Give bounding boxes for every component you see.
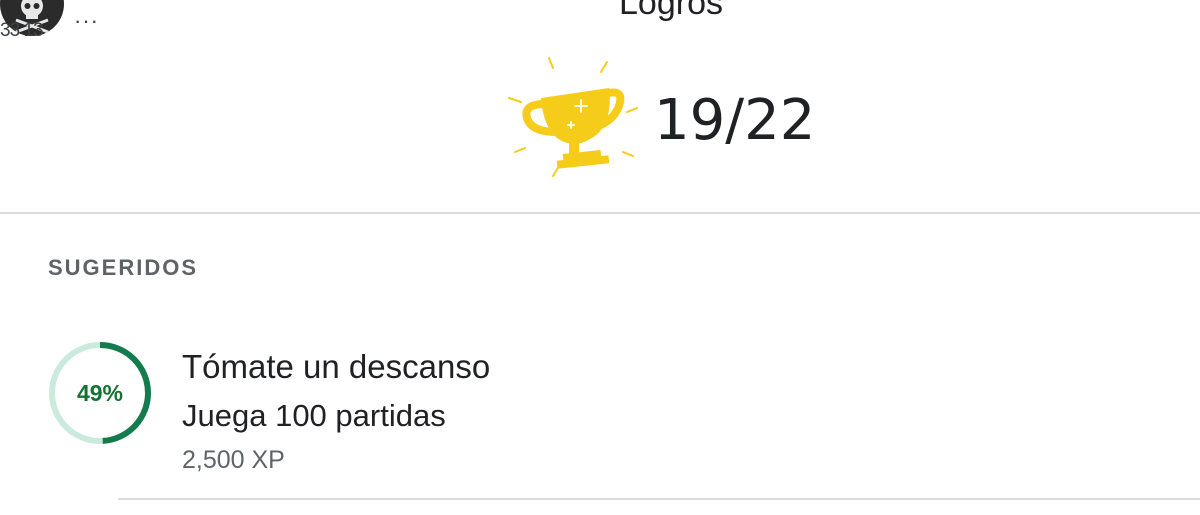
header-divider bbox=[0, 212, 1200, 214]
page-title: Logros bbox=[619, 0, 723, 22]
achievement-title: Tómate un descanso bbox=[182, 348, 491, 385]
achievement-xp: 2,500 XP bbox=[182, 446, 285, 474]
progress-percent: 49% bbox=[76, 379, 124, 406]
section-header-suggested: SUGERIDOS bbox=[48, 255, 199, 280]
achievement-description: Juega 100 partidas bbox=[182, 398, 446, 433]
achievement-item[interactable]: 49% Tómate un descanso Juega 100 partida… bbox=[0, 330, 1200, 498]
trophy-icon bbox=[505, 52, 645, 192]
list-divider bbox=[118, 498, 1200, 500]
avatar-label: 33 13 bbox=[0, 20, 44, 41]
achievements-score: 19/22 bbox=[654, 88, 816, 153]
